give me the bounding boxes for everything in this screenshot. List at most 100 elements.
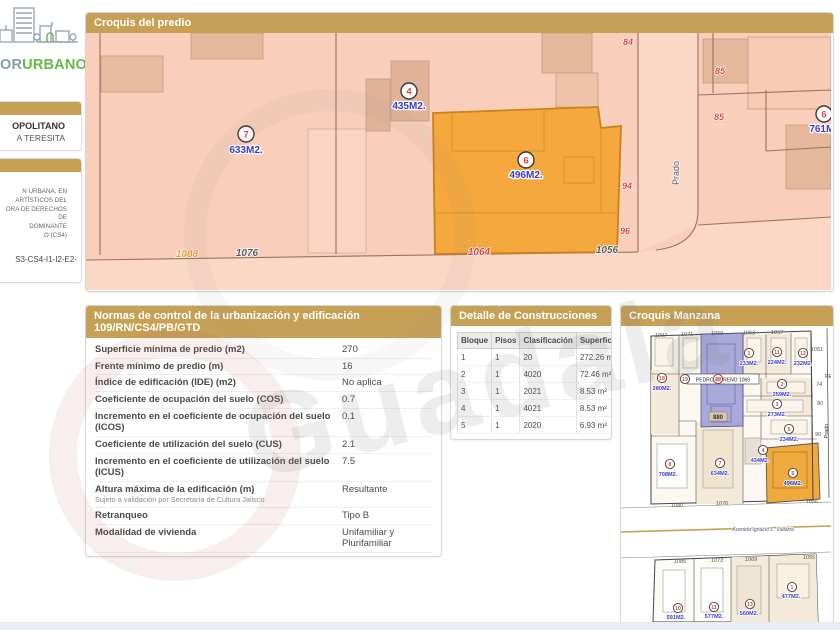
cell: 2021 xyxy=(520,383,576,400)
norma-note: Sujeto a validación por Secretaría de Cu… xyxy=(95,496,342,505)
street-number: 1076 xyxy=(236,248,259,259)
svg-text:560M2.: 560M2. xyxy=(740,611,759,617)
street-number: 1085 xyxy=(674,559,687,565)
svg-text:477M2.: 477M2. xyxy=(782,594,801,600)
svg-text:577M2.: 577M2. xyxy=(705,614,724,620)
visor-urbano-logo: ORURBANO xyxy=(0,0,82,73)
street-number: 1069 xyxy=(745,557,757,563)
cell: 4020 xyxy=(520,366,576,383)
svg-text:13: 13 xyxy=(747,602,753,608)
svg-text:232M2.: 232M2. xyxy=(794,361,813,367)
norma-row: Coeficiente de ocupación del suelo (COS)… xyxy=(95,392,432,409)
svg-text:2: 2 xyxy=(781,382,784,388)
marker-number: 6 xyxy=(821,110,826,121)
norma-value: Resultante xyxy=(342,484,432,496)
norma-value: 0.7 xyxy=(342,394,432,406)
norma-value: Tipo B xyxy=(342,510,432,522)
parcel-area-label: 435M2. xyxy=(392,101,426,112)
norma-row: Superficie mínima de predio (m2)270 xyxy=(95,342,432,359)
street-label-prado-mini: Prado xyxy=(824,424,830,439)
croquis-predio-map[interactable]: Prado 84 85 85 94 96 1088 1076 1064 1056… xyxy=(86,33,831,290)
cell: 3 xyxy=(458,383,492,400)
croquis-predio-title: Croquis del predio xyxy=(86,13,833,33)
construcciones-panel: Detalle de Construcciones Bloque Pisos C… xyxy=(450,305,612,440)
cell: 1 xyxy=(492,366,520,383)
svg-text:233M2.: 233M2. xyxy=(740,361,759,367)
street-number: 1076 xyxy=(716,501,729,507)
croquis-manzana-map[interactable]: 880 PEDRO MORENO 1069 xyxy=(621,326,831,622)
norma-row: Incremento en el coeficiente de ocupació… xyxy=(95,409,432,437)
svg-text:591M2.: 591M2. xyxy=(667,615,686,621)
cell: 4 xyxy=(458,400,492,417)
street-number: 85 xyxy=(715,66,726,76)
bottom-strip xyxy=(0,622,840,630)
croquis-manzana-title: Croquis Manzana xyxy=(621,306,833,326)
cell: 72.46 m² xyxy=(576,366,612,383)
svg-text:4: 4 xyxy=(762,448,765,454)
norma-label: Incremento en el coeficiente de ocupació… xyxy=(95,411,342,434)
cell: 8.53 m² xyxy=(576,383,612,400)
table-row: 21402072.46 m² xyxy=(458,366,613,383)
sidebar-card-classification: N URBANA, EN ARTÍSTICOS DEL ORA DE DEREC… xyxy=(0,158,82,283)
cell: 2020 xyxy=(520,417,576,434)
cell: 20 xyxy=(520,349,576,366)
svg-text:273M2.: 273M2. xyxy=(768,412,787,418)
norma-value: 7.5 xyxy=(342,456,432,468)
table-row: 5120206.93 m² xyxy=(458,417,613,434)
street-number: 85 xyxy=(714,112,725,122)
marker-20: 20 xyxy=(713,374,722,383)
logo-text-gray: OR xyxy=(0,57,22,73)
svg-text:434M2.: 434M2. xyxy=(751,458,770,464)
sidebar-card-zone: OPOLITANO A TERESITA xyxy=(0,101,82,151)
construcciones-title: Detalle de Construcciones xyxy=(451,306,611,326)
svg-text:8: 8 xyxy=(669,462,672,468)
norma-row: Índice de edificación (IDE) (m2)No aplic… xyxy=(95,375,432,392)
norma-value: 2.1 xyxy=(342,439,432,451)
svg-text:3: 3 xyxy=(776,402,779,408)
marker-number: 7 xyxy=(243,130,248,141)
svg-text:280M2.: 280M2. xyxy=(653,386,672,392)
zone-name: OPOLITANO xyxy=(0,115,81,131)
norma-value: Unifamiliar y Plurifamiliar xyxy=(342,527,432,550)
norma-value: 16 xyxy=(342,361,432,373)
construcciones-table: Bloque Pisos Clasificación Superficie 11… xyxy=(457,332,612,434)
classification-line: ORA DE DERECHOS DE xyxy=(2,206,79,223)
col-header-superficie: Superficie xyxy=(576,333,612,349)
svg-text:19: 19 xyxy=(682,377,688,383)
svg-text:234M2.: 234M2. xyxy=(780,437,799,443)
cell: 1 xyxy=(492,349,520,366)
classification-line: N URBANA, EN xyxy=(2,188,79,197)
classification-line: DOMINANTE xyxy=(2,223,79,232)
svg-text:224M2.: 224M2. xyxy=(768,360,787,366)
norma-row: Coeficiente de utilización del suelo (CU… xyxy=(95,437,432,454)
block-label: 880 xyxy=(713,415,724,421)
logo-text-green: URBANO xyxy=(22,57,87,73)
svg-text:5: 5 xyxy=(788,427,791,433)
norma-row: Modalidad de viviendaUnifamiliar y Pluri… xyxy=(95,525,432,553)
cell: 8.53 m² xyxy=(576,400,612,417)
zone-district: A TERESITA xyxy=(0,131,81,150)
street-number: 1073 xyxy=(711,558,724,564)
street-number: 1064 xyxy=(468,247,491,258)
svg-text:708M2.: 708M2. xyxy=(659,472,678,478)
norma-label: Frente mínimo de predio (m) xyxy=(95,361,342,373)
norma-label: Índice de edificación (IDE) (m2) xyxy=(95,377,342,389)
cell: 5 xyxy=(458,417,492,434)
street-prado xyxy=(638,33,698,252)
cell: 1 xyxy=(492,417,520,434)
col-header-bloque: Bloque xyxy=(458,333,492,349)
street-number: 1063 xyxy=(743,331,756,337)
street-number: 1051 xyxy=(811,347,823,353)
street-number: 80 xyxy=(817,401,824,407)
norma-label: Incremento en el coeficiente de utilizac… xyxy=(95,456,342,479)
classification-line: O (CS4) xyxy=(2,232,79,241)
street-number: 1097 xyxy=(655,333,668,339)
svg-text:11: 11 xyxy=(774,350,780,356)
norma-row: Frente ajardinado (%)30 xyxy=(95,553,432,557)
norma-label: Superficie mínima de predio (m2) xyxy=(95,344,342,356)
svg-text:259M2.: 259M2. xyxy=(773,392,792,398)
norma-label: Altura máxima de la edificación (m) Suje… xyxy=(95,484,342,505)
norma-value: 30 xyxy=(342,555,432,557)
logo-wordmark: ORURBANO xyxy=(0,57,82,73)
address-label: PEDRO MORENO 1069 xyxy=(696,378,750,384)
